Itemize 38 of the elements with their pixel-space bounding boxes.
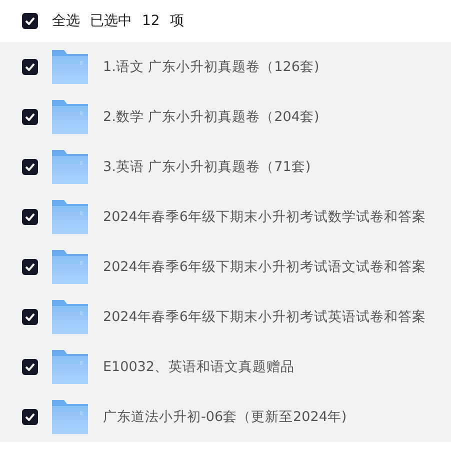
folder-name[interactable]: 2.数学 广东小升初真题卷（204套) — [103, 108, 320, 126]
folder-icon — [52, 300, 88, 334]
checkmark-icon — [25, 113, 35, 121]
selected-count: 12 — [142, 13, 160, 29]
folder-icon — [52, 50, 88, 84]
checkbox[interactable] — [22, 359, 38, 375]
checkmark-icon — [25, 63, 35, 71]
folder-name[interactable]: E10032、英语和语文真题赠品 — [103, 358, 294, 376]
selected-label: 已选中 — [90, 12, 132, 30]
folder-icon — [52, 250, 88, 284]
select-all-label: 全选 — [52, 12, 80, 30]
folder-name[interactable]: 2024年春季6年级下期末小升初考试英语试卷和答案 — [103, 308, 426, 326]
folder-icon — [52, 350, 88, 384]
folder-icon — [52, 150, 88, 184]
checkmark-icon — [25, 163, 35, 171]
checkmark-icon — [25, 17, 35, 25]
checkbox[interactable] — [22, 159, 38, 175]
unit-label: 项 — [170, 12, 184, 30]
checkbox[interactable] — [22, 59, 38, 75]
folder-name[interactable]: 2024年春季6年级下期末小升初考试语文试卷和答案 — [103, 258, 426, 276]
checkbox[interactable] — [22, 209, 38, 225]
checkmark-icon — [25, 263, 35, 271]
checkmark-icon — [25, 213, 35, 221]
checkbox[interactable] — [22, 409, 38, 425]
checkbox[interactable] — [22, 13, 38, 29]
checkbox[interactable] — [22, 109, 38, 125]
folder-name[interactable]: 2024年春季6年级下期末小升初考试数学试卷和答案 — [103, 208, 426, 226]
folder-name[interactable]: 3.英语 广东小升初真题卷（71套) — [103, 158, 311, 176]
folder-name[interactable]: 广东道法小升初-06套（更新至2024年) — [103, 408, 347, 426]
checkmark-icon — [25, 313, 35, 321]
checkmark-icon — [25, 363, 35, 371]
checkbox[interactable] — [22, 259, 38, 275]
folder-icon — [52, 400, 88, 434]
checkbox[interactable] — [22, 309, 38, 325]
folder-icon — [52, 200, 88, 234]
checkmark-icon — [25, 413, 35, 421]
folder-name[interactable]: 1.语文 广东小升初真题卷（126套) — [103, 58, 320, 76]
folder-icon — [52, 100, 88, 134]
